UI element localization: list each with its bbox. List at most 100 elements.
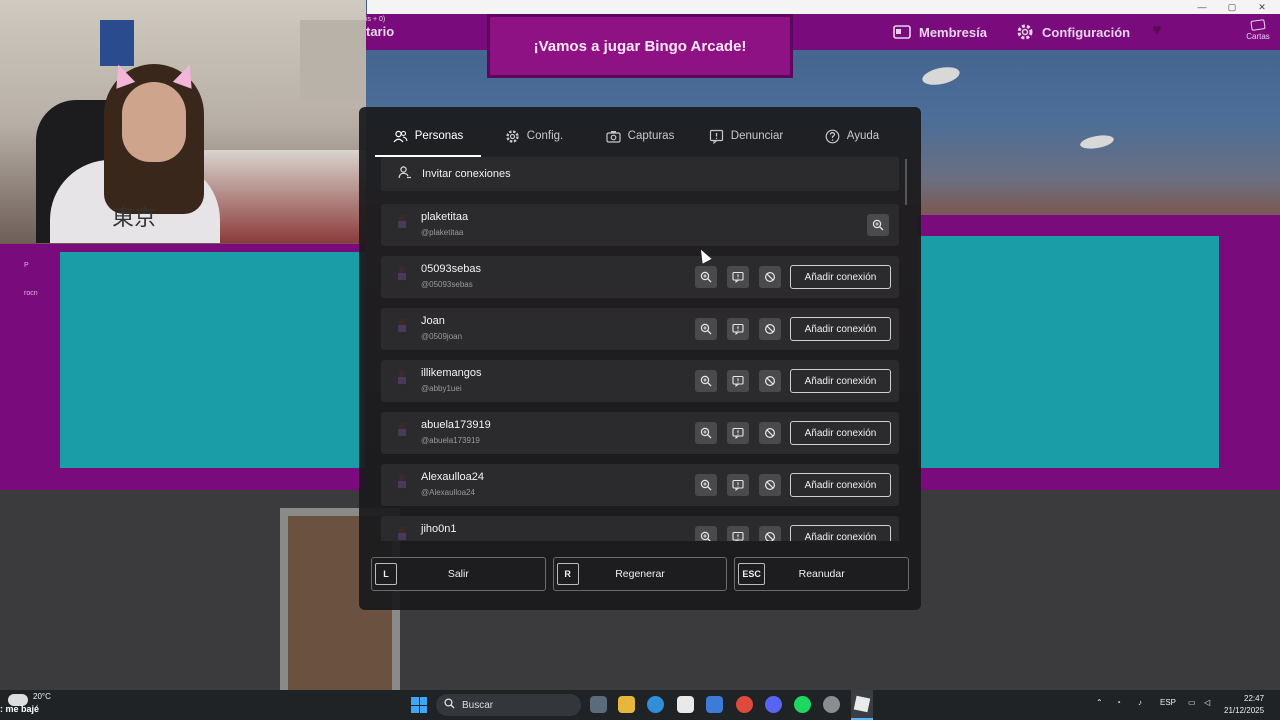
report-player-button[interactable] [727,318,749,340]
monitor-icon[interactable]: ▭ [1188,698,1196,707]
block-player-button[interactable] [759,422,781,444]
resume-button[interactable]: ESC Reanudar [734,557,910,591]
block-player-button[interactable] [759,266,781,288]
leave-label: Salir [447,568,469,580]
person-name: 05093sebas [421,263,481,275]
person-row[interactable]: Alexaulloa24 @Alexaulloa24 Añadir conexión [381,464,899,506]
mail-icon[interactable] [706,696,723,713]
add-connection-button[interactable]: Añadir conexión [790,421,891,445]
spotify-icon[interactable] [794,696,811,713]
roblox-taskbar-item[interactable] [851,690,873,720]
respawn-button[interactable]: R Regenerar [552,557,728,591]
inspect-button[interactable] [695,318,717,340]
bingo-board-left [60,252,365,468]
add-connection-button[interactable]: Añadir conexión [790,317,891,341]
report-icon [732,531,744,541]
add-connection-button[interactable]: Añadir conexión [790,473,891,497]
invite-connections-button[interactable]: Invitar conexiones [381,157,899,191]
membership-button[interactable]: Membresía [892,20,987,44]
person-name: abuela173919 [421,419,491,431]
tab-help[interactable]: Ayuda [799,117,905,155]
leave-button[interactable]: L Salir [371,557,546,591]
taskbar-clock[interactable]: 22:47 21/12/2025 [1224,693,1264,717]
block-player-button[interactable] [759,370,781,392]
block-player-button[interactable] [759,318,781,340]
person-username: @abby1uei [421,384,462,393]
volume-icon[interactable]: ◁ [1204,698,1210,707]
person-row[interactable]: 05093sebas @05093sebas Añadir conexión [381,256,899,298]
block-player-button[interactable] [759,474,781,496]
block-icon [764,479,776,491]
person-name: illikemangos [421,367,482,379]
cards-icon [1250,19,1266,31]
tab-people[interactable]: Personas [375,117,481,157]
task-view-icon[interactable] [590,696,607,713]
webcam-overlay: 東京 [0,0,366,243]
list-scrollbar[interactable] [905,159,907,205]
tab-report[interactable]: Denunciar [693,117,799,155]
report-player-button[interactable] [727,526,749,541]
close-icon[interactable]: ✕ [1247,0,1277,14]
add-connection-button[interactable]: Añadir conexión [790,369,891,393]
report-icon [732,323,744,335]
webcam-shelf [300,20,366,100]
side-chat-line: P [24,262,29,269]
person-row[interactable]: plaketitaa @plaketitaa [381,204,899,246]
windows-start-icon[interactable] [411,697,427,713]
person-row[interactable]: jiho0n1 Añadir conexión [381,516,899,541]
minimize-icon[interactable]: — [1187,0,1217,14]
inspect-icon [700,323,712,335]
clock-time: 22:47 [1244,694,1265,703]
people-list: Invitar conexiones plaketitaa @plaketitaa… [381,157,899,541]
tab-config[interactable]: Config. [481,117,587,155]
report-player-button[interactable] [727,474,749,496]
membership-label: Membresía [919,24,987,40]
taskbar-search[interactable]: Buscar [436,694,581,716]
tray-chevron-icon[interactable]: ⌃ [1096,698,1103,707]
person-name: Joan [421,315,445,327]
maximize-icon[interactable]: ▢ [1217,0,1247,14]
avatar [395,318,409,338]
discord-icon[interactable] [765,696,782,713]
file-explorer-icon[interactable] [618,696,635,713]
store-icon[interactable] [677,696,694,713]
cards-button[interactable]: Cartas [1240,19,1276,41]
resume-label: Reanudar [798,568,845,580]
tab-captures[interactable]: Capturas [587,117,693,155]
person-name: Alexaulloa24 [421,471,484,483]
add-connection-button[interactable]: Añadir conexión [790,265,891,289]
mic-icon[interactable]: ♪ [1138,698,1142,707]
side-chat-line: rocn [24,290,38,297]
edge-icon[interactable] [647,696,664,713]
person-row[interactable]: Joan @0509joan Añadir conexión [381,308,899,350]
chrome-icon[interactable] [736,696,753,713]
person-row[interactable]: illikemangos @abby1uei Añadir conexión [381,360,899,402]
inspect-button[interactable] [867,214,889,236]
report-player-button[interactable] [727,370,749,392]
report-player-button[interactable] [727,266,749,288]
add-person-icon [397,165,412,183]
block-player-button[interactable] [759,526,781,541]
inspect-button[interactable] [695,266,717,288]
avatar [395,370,409,390]
settings-button[interactable]: Configuración [1015,20,1130,44]
heart-icon[interactable]: ♥ [1152,22,1162,40]
inspect-button[interactable] [695,474,717,496]
person-row[interactable]: abuela173919 @abuela173919 Añadir conexión [381,412,899,454]
block-icon [764,323,776,335]
obs-icon[interactable] [823,696,840,713]
inspect-button[interactable] [695,370,717,392]
membership-card-icon [892,24,912,40]
avatar [395,474,409,494]
add-connection-button[interactable]: Añadir conexión [790,525,891,541]
person-name: jiho0n1 [421,523,457,535]
weather-temp[interactable]: 20°C [33,692,51,701]
tab-label: Config. [526,130,564,142]
inspect-icon [700,375,712,387]
report-player-button[interactable] [727,422,749,444]
webcam-bed [200,150,366,243]
inspect-button[interactable] [695,526,717,541]
network-icon[interactable]: ◔ [1116,698,1121,707]
language-indicator[interactable]: ESP [1160,698,1176,707]
inspect-button[interactable] [695,422,717,444]
